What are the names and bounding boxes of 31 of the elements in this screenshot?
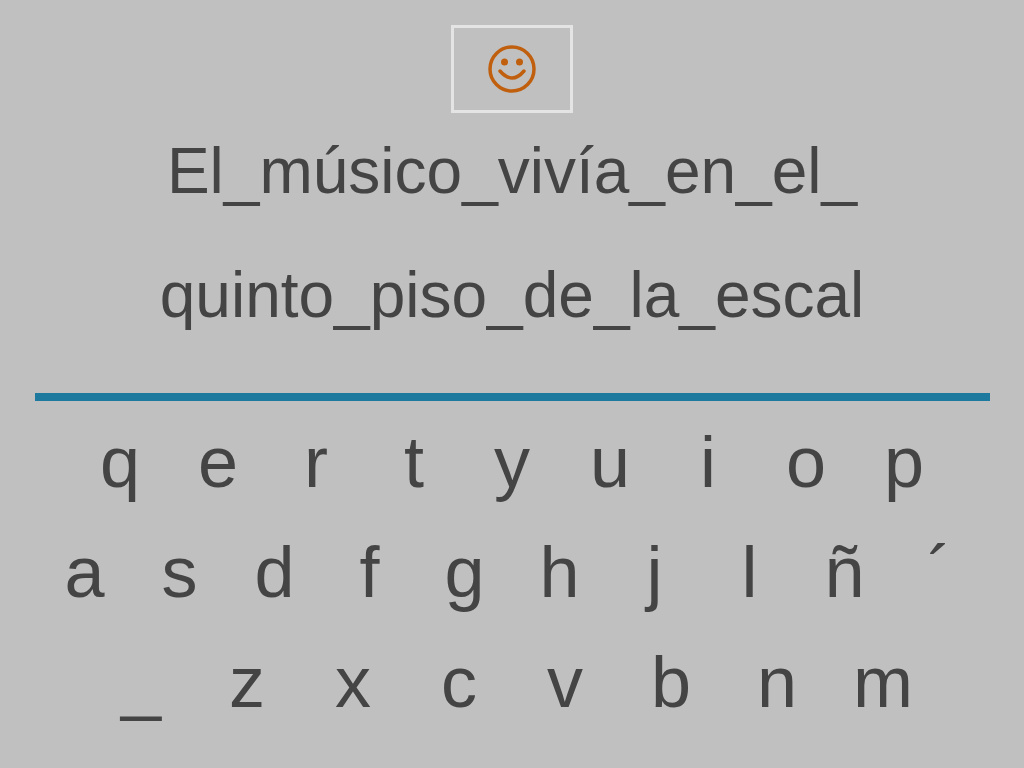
letter-key[interactable]: p: [855, 417, 953, 507]
letter-key[interactable]: m: [830, 637, 936, 727]
letter-key[interactable]: ´: [892, 527, 987, 617]
letter-key[interactable]: q: [71, 417, 169, 507]
letter-key[interactable]: ñ: [797, 527, 892, 617]
letter-key[interactable]: x: [300, 637, 406, 727]
letter-key[interactable]: t: [365, 417, 463, 507]
letter-key[interactable]: c: [406, 637, 512, 727]
sentence-text: El_músico_vivía_en_el_: [166, 134, 858, 209]
letter-key[interactable]: f: [322, 527, 417, 617]
letter-key[interactable]: y: [463, 417, 561, 507]
letter-key[interactable]: u: [561, 417, 659, 507]
letter-key[interactable]: o: [757, 417, 855, 507]
letter-key[interactable]: e: [169, 417, 267, 507]
letter-key[interactable]: a: [37, 527, 132, 617]
letter-key[interactable]: r: [267, 417, 365, 507]
letter-key[interactable]: d: [227, 527, 322, 617]
letter-key[interactable]: i: [659, 417, 757, 507]
letter-key[interactable]: g: [417, 527, 512, 617]
sentence-text: quinto_piso_de_la_escal: [159, 258, 865, 333]
letter-key[interactable]: h: [512, 527, 607, 617]
smiley-button[interactable]: [451, 25, 573, 113]
letter-key[interactable]: n: [724, 637, 830, 727]
letter-key[interactable]: v: [512, 637, 618, 727]
smiley-icon: [486, 43, 538, 95]
letter-key[interactable]: s: [132, 527, 227, 617]
letter-key[interactable]: j: [607, 527, 702, 617]
letter-key[interactable]: l: [702, 527, 797, 617]
letter-key[interactable]: _: [88, 637, 194, 727]
letter-key[interactable]: z: [194, 637, 300, 727]
letter-key[interactable]: b: [618, 637, 724, 727]
